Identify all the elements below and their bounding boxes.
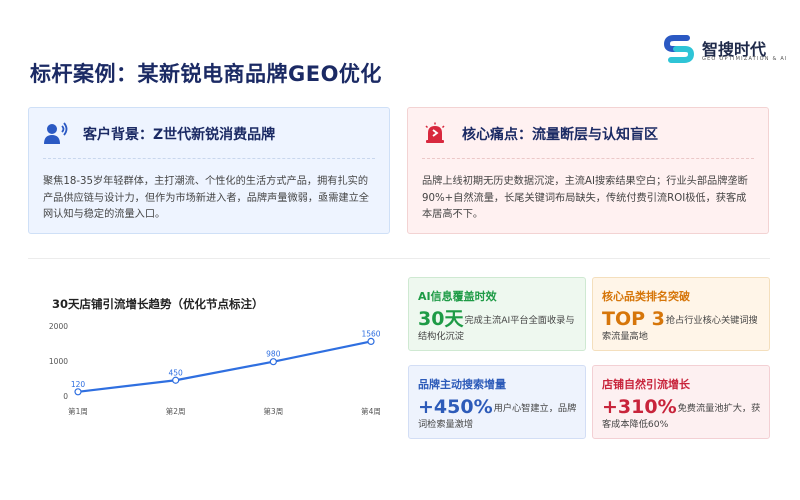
pain-point-card: 核心痛点：流量断层与认知盲区 品牌上线初期无历史数据沉淀，主流AI搜索结果空白；… bbox=[407, 107, 769, 234]
x-tick-label: 第1周 bbox=[68, 406, 88, 416]
stat-value: +450% bbox=[418, 396, 493, 418]
y-tick-label: 1000 bbox=[49, 357, 68, 366]
chart-title: 30天店铺引流增长趋势（优化节点标注） bbox=[52, 297, 264, 311]
stat-card-organic-traffic: 店铺自然引流增长 +310%免费流量池扩大，获客成本降低60% bbox=[592, 365, 770, 439]
card-title: 核心痛点：流量断层与认知盲区 bbox=[462, 127, 658, 143]
stat-card-brand-search: 品牌主动搜索增量 +450%用户心智建立，品牌词检索量激增 bbox=[408, 365, 586, 439]
card-body: 聚焦18-35岁年轻群体，主打潮流、个性化的生活方式产品，拥有扎实的产品供应链与… bbox=[43, 176, 369, 220]
data-label: 450 bbox=[169, 368, 184, 377]
stat-label: AI信息覆盖时效 bbox=[418, 290, 497, 303]
user-speaking-icon bbox=[43, 122, 69, 146]
stat-body: TOP 3抢占行业核心关键词搜索流量高地 bbox=[602, 308, 763, 345]
stat-card-ai-coverage: AI信息覆盖时效 30天完成主流AI平台全面收录与结构化沉淀 bbox=[408, 277, 586, 351]
customer-background-card: 客户背景：Z世代新锐消费品牌 聚焦18-35岁年轻群体，主打潮流、个性化的生活方… bbox=[28, 107, 390, 234]
card-title: 客户背景：Z世代新锐消费品牌 bbox=[83, 127, 276, 143]
stat-label: 核心品类排名突破 bbox=[602, 290, 690, 303]
y-tick-label: 0 bbox=[63, 392, 68, 401]
divider bbox=[43, 158, 375, 159]
data-point bbox=[367, 337, 375, 345]
stat-body: +310%免费流量池扩大，获客成本降低60% bbox=[602, 396, 763, 433]
series-line bbox=[77, 340, 372, 393]
data-point bbox=[74, 388, 82, 396]
card-body: 品牌上线初期无历史数据沉淀，主流AI搜索结果空白；行业头部品牌垄断90%+自然流… bbox=[422, 176, 748, 220]
stat-body: +450%用户心智建立，品牌词检索量激增 bbox=[418, 396, 579, 433]
stat-card-category-rank: 核心品类排名突破 TOP 3抢占行业核心关键词搜索流量高地 bbox=[592, 277, 770, 351]
stat-body: 30天完成主流AI平台全面收录与结构化沉淀 bbox=[418, 308, 579, 345]
x-tick-label: 第4周 bbox=[361, 406, 381, 416]
section-divider bbox=[28, 258, 770, 259]
page-title: 标杆案例：某新锐电商品牌GEO优化 bbox=[30, 62, 382, 86]
x-tick-label: 第3周 bbox=[263, 406, 283, 416]
traffic-growth-line-chart: 0 1000 2000 120 第1周 450 第2周 980 第3周 1560 第4周 bbox=[49, 322, 381, 416]
stat-value: 30天 bbox=[418, 308, 464, 330]
data-label: 120 bbox=[71, 380, 86, 389]
data-label: 980 bbox=[266, 350, 281, 359]
data-label: 1560 bbox=[361, 329, 380, 338]
logo-tagline: GEO OPTIMIZATION & AI bbox=[702, 56, 788, 62]
stat-label: 店铺自然引流增长 bbox=[602, 378, 690, 391]
stat-label: 品牌主动搜索增量 bbox=[418, 378, 506, 391]
logo-mark-icon bbox=[663, 35, 695, 63]
y-tick-label: 2000 bbox=[49, 322, 68, 331]
x-tick-label: 第2周 bbox=[166, 406, 186, 416]
brand-logo: 智搜时代 GEO OPTIMIZATION & AI bbox=[662, 30, 786, 70]
stat-value: TOP 3 bbox=[602, 308, 665, 330]
data-point bbox=[172, 376, 180, 384]
stat-value: +310% bbox=[602, 396, 677, 418]
alarm-icon bbox=[422, 122, 448, 146]
data-point bbox=[269, 358, 277, 366]
divider bbox=[422, 158, 754, 159]
